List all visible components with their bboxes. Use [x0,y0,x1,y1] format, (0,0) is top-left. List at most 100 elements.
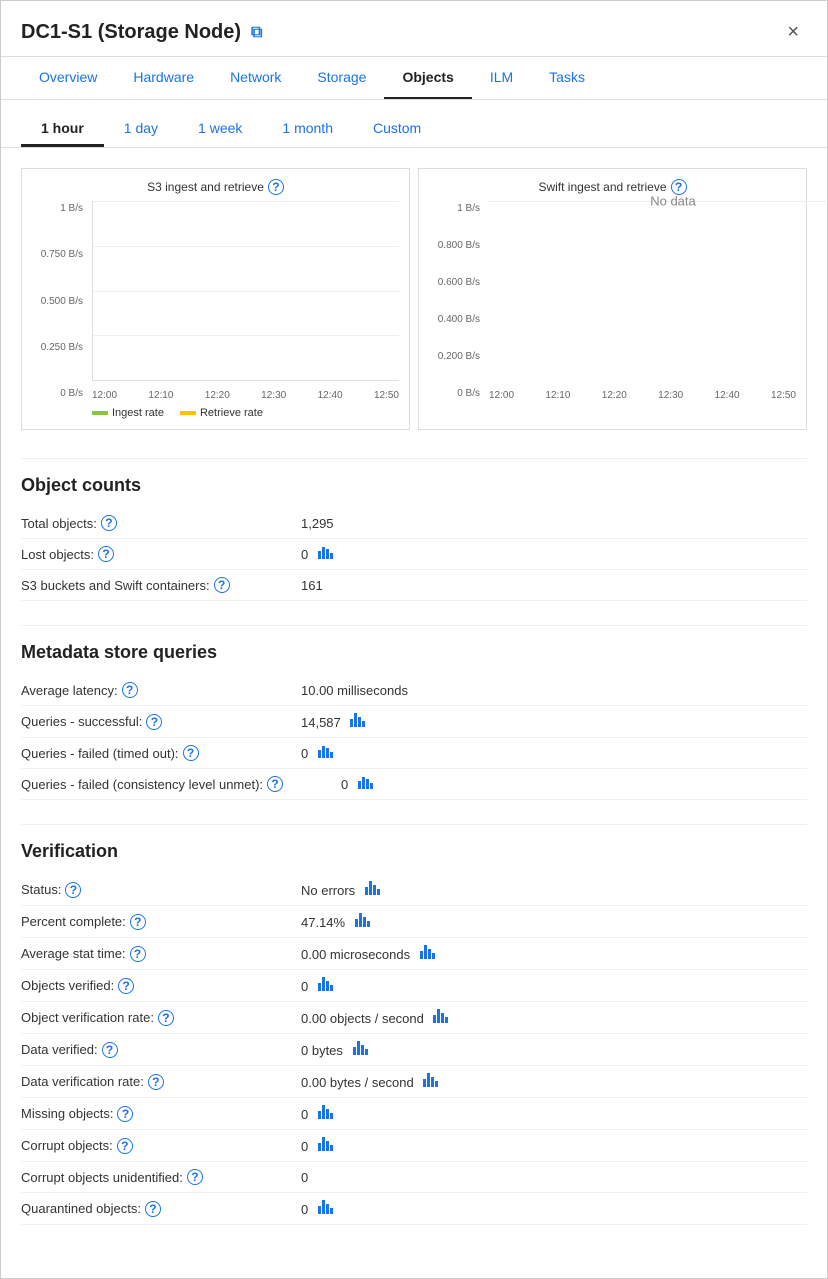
queries-success-row: Queries - successful: ? 14,587 [21,706,807,738]
quarantined-objects-bar-icon[interactable] [318,1200,333,1214]
queries-success-help[interactable]: ? [146,714,162,730]
verification-title: Verification [21,824,807,862]
time-tab-custom[interactable]: Custom [353,112,441,147]
tab-ilm[interactable]: ILM [472,57,531,99]
object-verification-rate-bar-icon[interactable] [433,1009,448,1023]
data-verified-help[interactable]: ? [102,1042,118,1058]
s3-buckets-value: 161 [301,578,807,593]
status-bar-icon[interactable] [365,881,380,895]
percent-complete-bar-icon[interactable] [355,913,370,927]
queries-failed-timeout-label: Queries - failed (timed out): ? [21,745,301,761]
tab-overview[interactable]: Overview [21,57,115,99]
corrupt-objects-help[interactable]: ? [117,1138,133,1154]
objects-verified-label: Objects verified: ? [21,978,301,994]
queries-success-bar-icon[interactable] [350,713,365,727]
avg-latency-help[interactable]: ? [122,682,138,698]
charts-row: S3 ingest and retrieve ? 1 B/s 0.750 B/s… [1,148,827,442]
corrupt-objects-value: 0 [301,1137,807,1154]
missing-objects-row: Missing objects: ? 0 [21,1098,807,1130]
swift-chart-box: Swift ingest and retrieve ? 1 B/s 0.800 … [418,168,807,430]
queries-failed-timeout-value: 0 [301,746,807,761]
time-tab-1month[interactable]: 1 month [262,112,353,147]
quarantined-objects-help[interactable]: ? [145,1201,161,1217]
time-tab-1day[interactable]: 1 day [104,112,178,147]
tab-network[interactable]: Network [212,57,299,99]
metadata-section: Metadata store queries Average latency: … [1,609,827,808]
modal-container: DC1-S1 (Storage Node) ⧉ × Overview Hardw… [0,0,828,1279]
queries-failed-timeout-bar-icon[interactable] [318,746,333,758]
objects-verified-row: Objects verified: ? 0 [21,970,807,1002]
s3-chart-help-icon[interactable]: ? [268,179,284,195]
avg-stat-time-bar-icon[interactable] [420,945,435,959]
data-verification-rate-row: Data verification rate: ? 0.00 bytes / s… [21,1066,807,1098]
nav-tabs: Overview Hardware Network Storage Object… [1,57,827,100]
data-verification-rate-label: Data verification rate: ? [21,1074,301,1090]
queries-failed-consistency-label: Queries - failed (consistency level unme… [21,776,341,792]
missing-objects-label: Missing objects: ? [21,1106,301,1122]
tab-tasks[interactable]: Tasks [531,57,603,99]
status-help[interactable]: ? [65,882,81,898]
close-button[interactable]: × [779,17,807,48]
data-verification-rate-help[interactable]: ? [148,1074,164,1090]
s3-chart-area: 1 B/s 0.750 B/s 0.500 B/s 0.250 B/s 0 B/… [32,201,399,401]
modal-title: DC1-S1 (Storage Node) ⧉ [21,21,262,44]
avg-stat-time-help[interactable]: ? [130,946,146,962]
quarantined-objects-row: Quarantined objects: ? 0 [21,1193,807,1225]
s3-x-labels: 12:00 12:10 12:20 12:30 12:40 12:50 [92,390,399,401]
total-objects-row: Total objects: ? 1,295 [21,508,807,539]
external-link-icon[interactable]: ⧉ [251,24,262,42]
swift-x-labels: 12:00 12:10 12:20 12:30 12:40 12:50 [489,390,796,401]
corrupt-objects-unidentified-help[interactable]: ? [187,1169,203,1185]
queries-failed-consistency-help[interactable]: ? [267,776,283,792]
status-value: No errors [301,881,807,898]
missing-objects-bar-icon[interactable] [318,1105,333,1119]
corrupt-objects-row: Corrupt objects: ? 0 [21,1130,807,1162]
data-verified-bar-icon[interactable] [353,1041,368,1055]
status-row: Status: ? No errors [21,874,807,906]
objects-verified-bar-icon[interactable] [318,977,333,991]
status-label: Status: ? [21,882,301,898]
swift-y-axis: 1 B/s 0.800 B/s 0.600 B/s 0.400 B/s 0.20… [429,201,484,401]
avg-latency-row: Average latency: ? 10.00 milliseconds [21,675,807,706]
avg-stat-time-value: 0.00 microseconds [301,945,807,962]
queries-failed-timeout-row: Queries - failed (timed out): ? 0 [21,738,807,769]
percent-complete-row: Percent complete: ? 47.14% [21,906,807,938]
lost-objects-row: Lost objects: ? 0 [21,539,807,570]
lost-objects-bar-icon[interactable] [318,547,333,559]
objects-verified-help[interactable]: ? [118,978,134,994]
ingest-rate-legend-dot [92,411,108,415]
percent-complete-value: 47.14% [301,913,807,930]
corrupt-objects-label: Corrupt objects: ? [21,1138,301,1154]
s3-buckets-row: S3 buckets and Swift containers: ? 161 [21,570,807,601]
metadata-title: Metadata store queries [21,625,807,663]
missing-objects-help[interactable]: ? [117,1106,133,1122]
data-verified-value: 0 bytes [301,1041,807,1058]
queries-failed-timeout-help[interactable]: ? [183,745,199,761]
data-verified-label: Data verified: ? [21,1042,301,1058]
avg-stat-time-row: Average stat time: ? 0.00 microseconds [21,938,807,970]
lost-objects-label: Lost objects: ? [21,546,301,562]
quarantined-objects-label: Quarantined objects: ? [21,1201,301,1217]
percent-complete-help[interactable]: ? [130,914,146,930]
total-objects-help[interactable]: ? [101,515,117,531]
s3-chart-inner [92,201,399,381]
queries-failed-consistency-bar-icon[interactable] [358,777,373,789]
corrupt-objects-unidentified-label: Corrupt objects unidentified: ? [21,1169,301,1185]
time-tab-1hour[interactable]: 1 hour [21,112,104,147]
tab-storage[interactable]: Storage [299,57,384,99]
s3-buckets-help[interactable]: ? [214,577,230,593]
swift-no-data: No data [650,194,696,209]
avg-latency-label: Average latency: ? [21,682,301,698]
title-text: DC1-S1 (Storage Node) [21,21,241,44]
queries-success-value: 14,587 [301,713,807,730]
object-counts-section: Object counts Total objects: ? 1,295 Los… [1,442,827,609]
time-tab-1week[interactable]: 1 week [178,112,262,147]
tab-hardware[interactable]: Hardware [115,57,212,99]
tab-objects[interactable]: Objects [384,57,471,99]
retrieve-rate-legend-dot [180,411,196,415]
object-verification-rate-help[interactable]: ? [158,1010,174,1026]
data-verification-rate-bar-icon[interactable] [423,1073,438,1087]
corrupt-objects-bar-icon[interactable] [318,1137,333,1151]
lost-objects-help[interactable]: ? [98,546,114,562]
swift-chart-area: 1 B/s 0.800 B/s 0.600 B/s 0.400 B/s 0.20… [429,201,796,401]
